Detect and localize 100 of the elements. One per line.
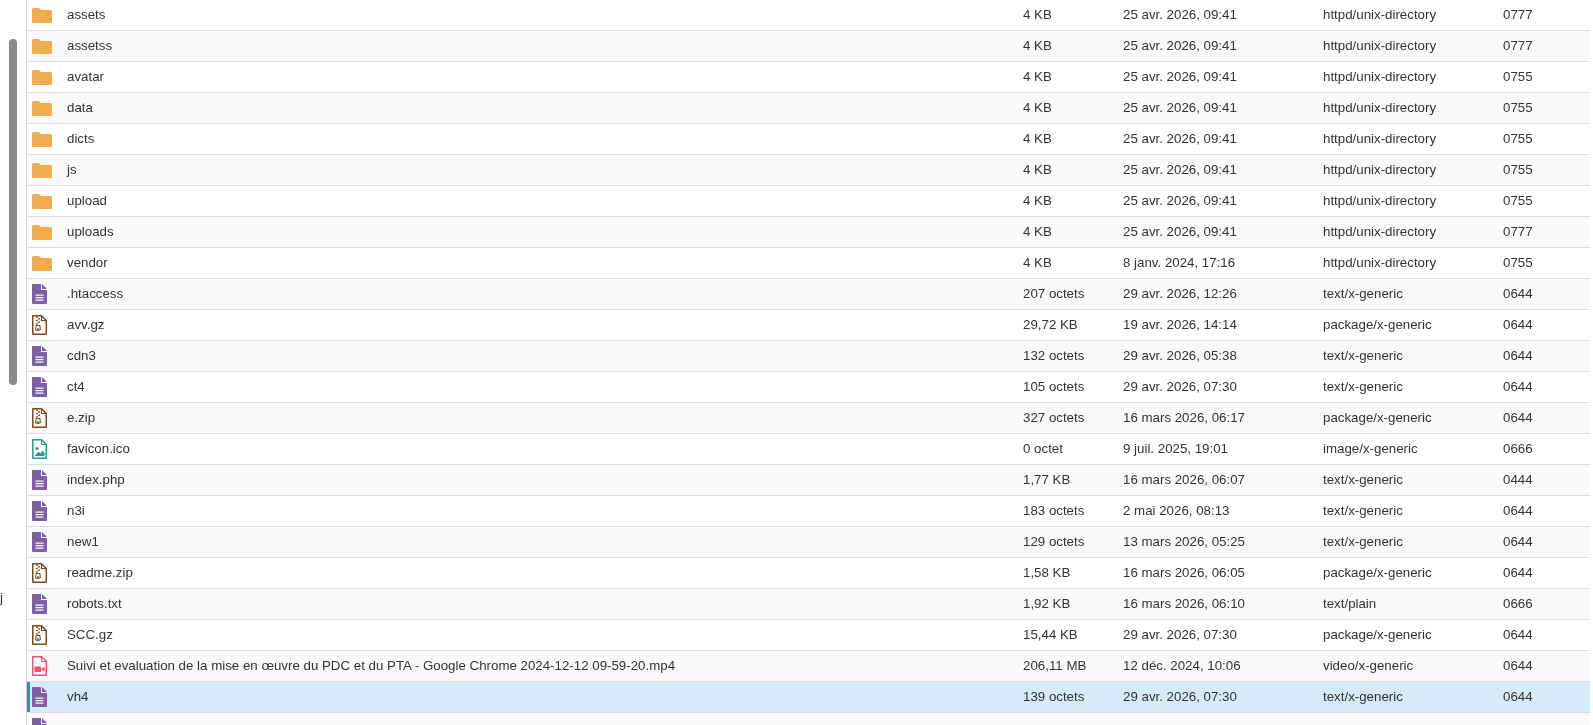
- file-size: 1,92 KB: [1023, 596, 1071, 611]
- file-type: httpd/unix-directory: [1323, 131, 1437, 146]
- file-name: e.zip: [67, 410, 96, 425]
- file-name: new1: [67, 534, 99, 549]
- file-row[interactable]: index.php 1,77 KB 16 mars 2026, 06:07 text/x-generic 0444: [27, 465, 1590, 496]
- file-type: package/x-generic: [1323, 627, 1432, 642]
- text-file-icon: [32, 501, 47, 521]
- file-type: httpd/unix-directory: [1323, 7, 1437, 22]
- file-row[interactable]: vh4 139 octets 29 avr. 2026, 07:30 text/x-generic 0644: [27, 682, 1590, 713]
- file-type: httpd/unix-directory: [1323, 100, 1437, 115]
- file-type: text/x-generic: [1323, 348, 1403, 363]
- file-size: 105 octets: [1023, 379, 1085, 394]
- file-size: 129 octets: [1023, 534, 1085, 549]
- file-size: 132 octets: [1023, 348, 1085, 363]
- file-name: Suivi et evaluation de la mise en œuvre du PDC et du PTA - Google Chrome 2024-12-12 09-59-20.mp4: [67, 658, 676, 673]
- file-name: SCC.gz: [67, 627, 113, 642]
- file-type: text/x-generic: [1323, 379, 1403, 394]
- file-size: 206,11 MB: [1023, 658, 1087, 673]
- file-row[interactable]: uploads 4 KB 25 avr. 2026, 09:41 httpd/unix-directory 0777: [27, 217, 1590, 248]
- permissions: 0644: [1503, 317, 1533, 332]
- file-size: 0 octet: [1023, 441, 1063, 456]
- file-name: upload: [67, 193, 107, 208]
- file-row[interactable]: Suivi et evaluation de la mise en œuvre du PDC et du PTA - Google Chrome 2024-12-12 09-59-20.mp4 206,11 MB 12 déc. 2024, 10:06 video/x-generic 0644: [27, 651, 1590, 682]
- file-size: 29,72 KB: [1023, 317, 1078, 332]
- file-type: text/plain: [1323, 596, 1377, 611]
- file-type: package/x-generic: [1323, 565, 1432, 580]
- file-name: vendor: [67, 255, 108, 270]
- file-row[interactable]: assetss 4 KB 25 avr. 2026, 09:41 httpd/unix-directory 0777: [27, 31, 1590, 62]
- archive-file-icon: [32, 408, 47, 428]
- file-size: 15,44 KB: [1023, 627, 1078, 642]
- archive-file-icon: [32, 315, 47, 335]
- modified-date: 25 avr. 2026, 09:41: [1123, 131, 1237, 146]
- text-file-icon: [32, 594, 47, 614]
- file-row[interactable]: cdn3 132 octets 29 avr. 2026, 05:38 text/x-generic 0644: [27, 341, 1590, 372]
- permissions: 0644: [1503, 410, 1533, 425]
- file-size: 4 KB: [1023, 162, 1052, 177]
- permissions: 0644: [1503, 689, 1533, 704]
- file-size: 327 octets: [1023, 410, 1085, 425]
- text-file-icon: [32, 532, 47, 552]
- file-size: 4 KB: [1023, 100, 1052, 115]
- modified-date: 29 avr. 2026, 07:30: [1123, 627, 1237, 642]
- modified-date: 25 avr. 2026, 09:41: [1123, 224, 1237, 239]
- permissions: 0777: [1503, 7, 1533, 22]
- permissions: 0755: [1503, 193, 1533, 208]
- modified-date: 25 avr. 2026, 09:41: [1123, 69, 1237, 84]
- file-type: text/x-generic: [1323, 689, 1403, 704]
- file-type: video/x-generic: [1323, 658, 1414, 673]
- file-row[interactable]: .htaccess 207 octets 29 avr. 2026, 12:26 text/x-generic 0644: [27, 279, 1590, 310]
- file-size: 183 octets: [1023, 503, 1085, 518]
- file-name: vh4: [67, 689, 89, 704]
- file-size: 4 KB: [1023, 224, 1052, 239]
- side-panel-text: j: [0, 590, 3, 605]
- file-size: 139 octets: [1023, 689, 1085, 704]
- permissions: 0755: [1503, 255, 1533, 270]
- file-type: text/x-generic: [1323, 286, 1403, 301]
- folder-icon: [32, 38, 52, 54]
- file-row[interactable]: js 4 KB 25 avr. 2026, 09:41 httpd/unix-directory 0755: [27, 155, 1590, 186]
- permissions: 0644: [1503, 565, 1533, 580]
- text-file-icon: [32, 346, 47, 366]
- file-size: 4 KB: [1023, 69, 1052, 84]
- file-name: avv.gz: [67, 317, 105, 332]
- archive-file-icon: [32, 625, 47, 645]
- file-row[interactable]: robots.txt 1,92 KB 16 mars 2026, 06:10 text/plain 0666: [27, 589, 1590, 620]
- file-row[interactable]: new1 129 octets 13 mars 2026, 05:25 text/x-generic 0644: [27, 527, 1590, 558]
- permissions: 0755: [1503, 69, 1533, 84]
- file-size: 4 KB: [1023, 193, 1052, 208]
- file-name: uploads: [67, 224, 114, 239]
- file-size: 4 KB: [1023, 131, 1052, 146]
- permissions: 0644: [1503, 286, 1533, 301]
- modified-date: 13 mars 2026, 05:25: [1123, 534, 1245, 549]
- modified-date: 25 avr. 2026, 09:41: [1123, 100, 1237, 115]
- file-type: package/x-generic: [1323, 410, 1432, 425]
- permissions: 0644: [1503, 658, 1533, 673]
- permissions: 0644: [1503, 534, 1533, 549]
- file-name: dicts: [67, 131, 95, 146]
- modified-date: 19 avr. 2026, 14:14: [1123, 317, 1237, 332]
- modified-date: 25 avr. 2026, 09:41: [1123, 7, 1237, 22]
- permissions: 0777: [1503, 224, 1533, 239]
- modified-date: 16 mars 2026, 06:05: [1123, 565, 1245, 580]
- file-type: text/x-generic: [1323, 503, 1403, 518]
- file-name: n3i: [67, 503, 85, 518]
- modified-date: 16 mars 2026, 06:17: [1123, 410, 1245, 425]
- file-row[interactable]: e.zip 327 octets 16 mars 2026, 06:17 package/x-generic 0644: [27, 403, 1590, 434]
- file-type: httpd/unix-directory: [1323, 193, 1437, 208]
- scrollbar-thumb[interactable]: [9, 39, 17, 385]
- permissions: 0666: [1503, 441, 1533, 456]
- folder-icon: [32, 7, 52, 23]
- permissions: 0644: [1503, 379, 1533, 394]
- modified-date: 29 avr. 2026, 07:30: [1123, 379, 1237, 394]
- video-file-icon: [32, 656, 47, 676]
- folder-icon: [32, 162, 52, 178]
- file-type: text/x-generic: [1323, 534, 1403, 549]
- text-file-icon: [32, 377, 47, 397]
- image-file-icon: [32, 439, 47, 459]
- file-size: 1,58 KB: [1023, 565, 1071, 580]
- folder-icon: [32, 193, 52, 209]
- file-type: httpd/unix-directory: [1323, 38, 1437, 53]
- file-name: assetss: [67, 38, 113, 53]
- file-row[interactable]: data 4 KB 25 avr. 2026, 09:41 httpd/unix-directory 0755: [27, 93, 1590, 124]
- folder-icon: [32, 131, 52, 147]
